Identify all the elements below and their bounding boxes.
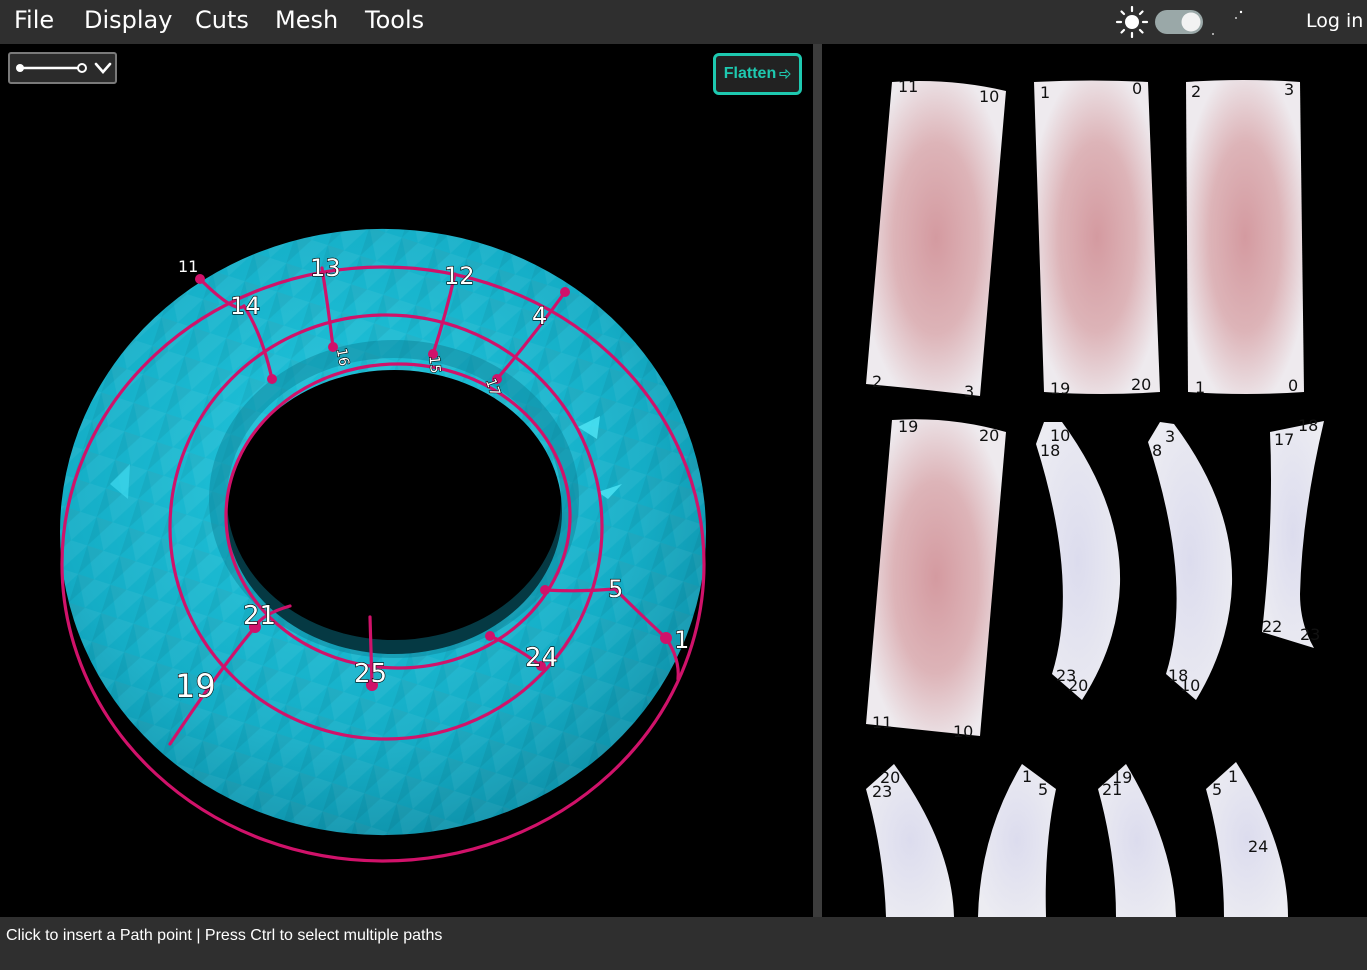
patch-p9[interactable]: 1 5 — [978, 764, 1056, 917]
vertex-label: 12 — [444, 262, 475, 290]
menu-cuts[interactable]: Cuts — [195, 6, 249, 34]
vertex-label: 4 — [532, 302, 547, 330]
patch-p5[interactable]: 10 18 23 20 — [1036, 422, 1121, 700]
svg-text:10: 10 — [953, 722, 973, 741]
svg-text:0: 0 — [1132, 79, 1142, 98]
svg-text:23: 23 — [1300, 625, 1320, 644]
vertex-label: 19 — [175, 667, 216, 705]
svg-text:11: 11 — [872, 713, 892, 732]
theme-toggle[interactable] — [1115, 5, 1245, 39]
path-icon — [16, 63, 87, 73]
status-bar: Click to insert a Path point | Press Ctr… — [0, 917, 1367, 970]
svg-text:19: 19 — [898, 417, 918, 436]
svg-text:11: 11 — [898, 77, 918, 96]
svg-text:3: 3 — [964, 382, 974, 401]
patch-p10[interactable]: 19 21 — [1098, 764, 1176, 917]
vertex-label: 13 — [310, 254, 341, 282]
toggle-knob — [1181, 12, 1201, 32]
vertex-label: 14 — [230, 292, 261, 320]
vertex-label: 25 — [354, 659, 387, 689]
svg-text:1: 1 — [1228, 767, 1238, 786]
menu-file[interactable]: File — [14, 6, 54, 34]
svg-text:23: 23 — [872, 782, 892, 801]
login-link[interactable]: Log in — [1306, 10, 1363, 32]
svg-text:21: 21 — [1102, 780, 1122, 799]
svg-text:3: 3 — [1165, 427, 1175, 446]
patch-p7[interactable]: 18 17 22 23 — [1262, 416, 1324, 648]
svg-text:10: 10 — [979, 87, 999, 106]
svg-text:18: 18 — [1298, 416, 1318, 435]
svg-text:24: 24 — [1248, 837, 1268, 856]
flatten-label: Flatten — [723, 65, 777, 82]
svg-text:2: 2 — [1191, 82, 1201, 101]
vertex-label: 1 — [674, 626, 689, 654]
menu-mesh[interactable]: Mesh — [275, 6, 338, 34]
patch-p6[interactable]: 3 8 18 10 — [1148, 422, 1233, 700]
menu-tools[interactable]: Tools — [365, 6, 424, 34]
menu-bar: File Display Cuts Mesh Tools Log in — [0, 0, 1367, 44]
svg-text:1: 1 — [1022, 767, 1032, 786]
svg-text:10: 10 — [1180, 676, 1200, 695]
menu-display[interactable]: Display — [84, 6, 172, 34]
moon-icon — [1212, 10, 1243, 35]
vertex-label: 21 — [243, 601, 276, 631]
patch-p1[interactable]: 11 10 2 3 — [866, 77, 1006, 401]
sun-icon — [1115, 5, 1149, 39]
svg-text:20: 20 — [1131, 375, 1151, 394]
vertex-label: 15 — [425, 355, 442, 374]
path-mode-select[interactable] — [8, 52, 117, 84]
vertex-label: 11 — [178, 257, 198, 276]
torus-mesh[interactable]: 11 13 12 14 4 5 1 21 24 25 19 16 15 17 — [0, 44, 813, 917]
status-text: Click to insert a Path point | Press Ctr… — [6, 927, 443, 944]
arrow-right-icon — [779, 69, 791, 79]
svg-text:20: 20 — [1068, 676, 1088, 695]
patch-p3[interactable]: 2 3 1 0 — [1186, 80, 1304, 397]
svg-text:8: 8 — [1152, 441, 1162, 460]
patch-p8[interactable]: 20 23 — [866, 764, 954, 917]
svg-text:20: 20 — [979, 426, 999, 445]
vertex-label: 5 — [608, 575, 623, 603]
mesh-viewport[interactable]: 11 13 12 14 4 5 1 21 24 25 19 16 15 17 F… — [0, 44, 813, 917]
pane-divider[interactable] — [813, 44, 822, 917]
svg-text:3: 3 — [1284, 80, 1294, 99]
svg-text:19: 19 — [1050, 379, 1070, 398]
svg-text:1: 1 — [1040, 83, 1050, 102]
svg-text:22: 22 — [1262, 617, 1282, 636]
flattened-view[interactable]: 11 10 2 3 1 0 19 20 2 3 1 0 19 20 11 10 … — [822, 44, 1367, 917]
patch-p11[interactable]: 1 5 24 — [1206, 762, 1288, 917]
svg-text:2: 2 — [872, 372, 882, 391]
svg-text:5: 5 — [1038, 780, 1048, 799]
chevron-down-icon — [94, 62, 112, 74]
svg-text:18: 18 — [1040, 441, 1060, 460]
patch-p4[interactable]: 19 20 11 10 — [866, 417, 1006, 741]
vertex-label: 24 — [525, 643, 558, 673]
vertex-label: 16 — [333, 347, 352, 367]
svg-text:5: 5 — [1212, 780, 1222, 799]
svg-text:17: 17 — [1274, 430, 1294, 449]
patch-p2[interactable]: 1 0 19 20 — [1034, 79, 1160, 398]
svg-text:1: 1 — [1195, 378, 1205, 397]
svg-text:0: 0 — [1288, 376, 1298, 395]
flatten-button[interactable]: Flatten — [713, 53, 802, 95]
